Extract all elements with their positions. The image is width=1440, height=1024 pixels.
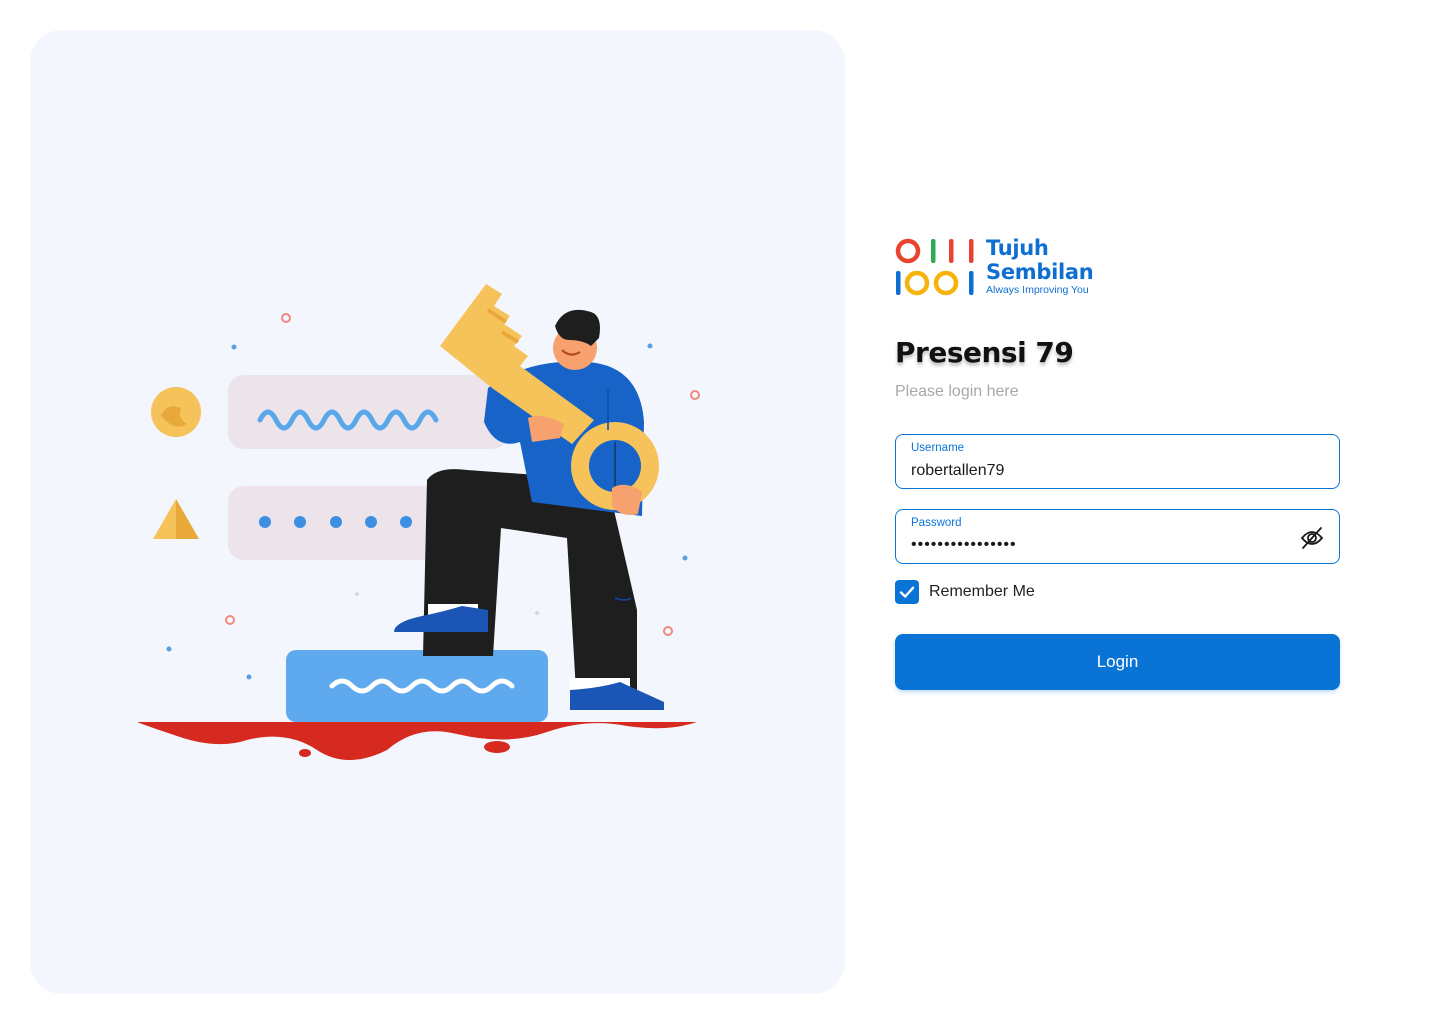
username-field[interactable]: Username [895,434,1340,489]
check-icon [899,586,915,598]
login-form: Tujuh Sembilan Always Improving You Pres… [895,236,1340,690]
page-subtitle: Please login here [895,383,1019,400]
logo-mark-icon [895,238,974,296]
brand-name-line1: Tujuh [986,236,1049,260]
login-button[interactable]: Login [895,634,1340,690]
password-label: Password [911,517,962,529]
remember-me[interactable]: Remember Me [895,580,1035,604]
remember-me-label: Remember Me [929,583,1035,600]
username-label: Username [911,442,965,454]
eye-off-icon[interactable] [1299,525,1325,551]
brand-tagline: Always Improving You [986,284,1089,296]
illustration-panel [30,30,845,994]
password-field[interactable]: Password •••••••••••••••• [895,509,1340,564]
brand-logo: Tujuh Sembilan Always Improving You [895,236,1105,300]
brand-name-line2: Sembilan [986,260,1094,284]
page-title: Presensi 79 [895,336,1074,369]
username-input[interactable] [911,461,1281,481]
remember-me-checkbox[interactable] [895,580,919,604]
password-input[interactable]: •••••••••••••••• [911,536,1281,556]
man-holding-key-illustration [137,284,700,760]
